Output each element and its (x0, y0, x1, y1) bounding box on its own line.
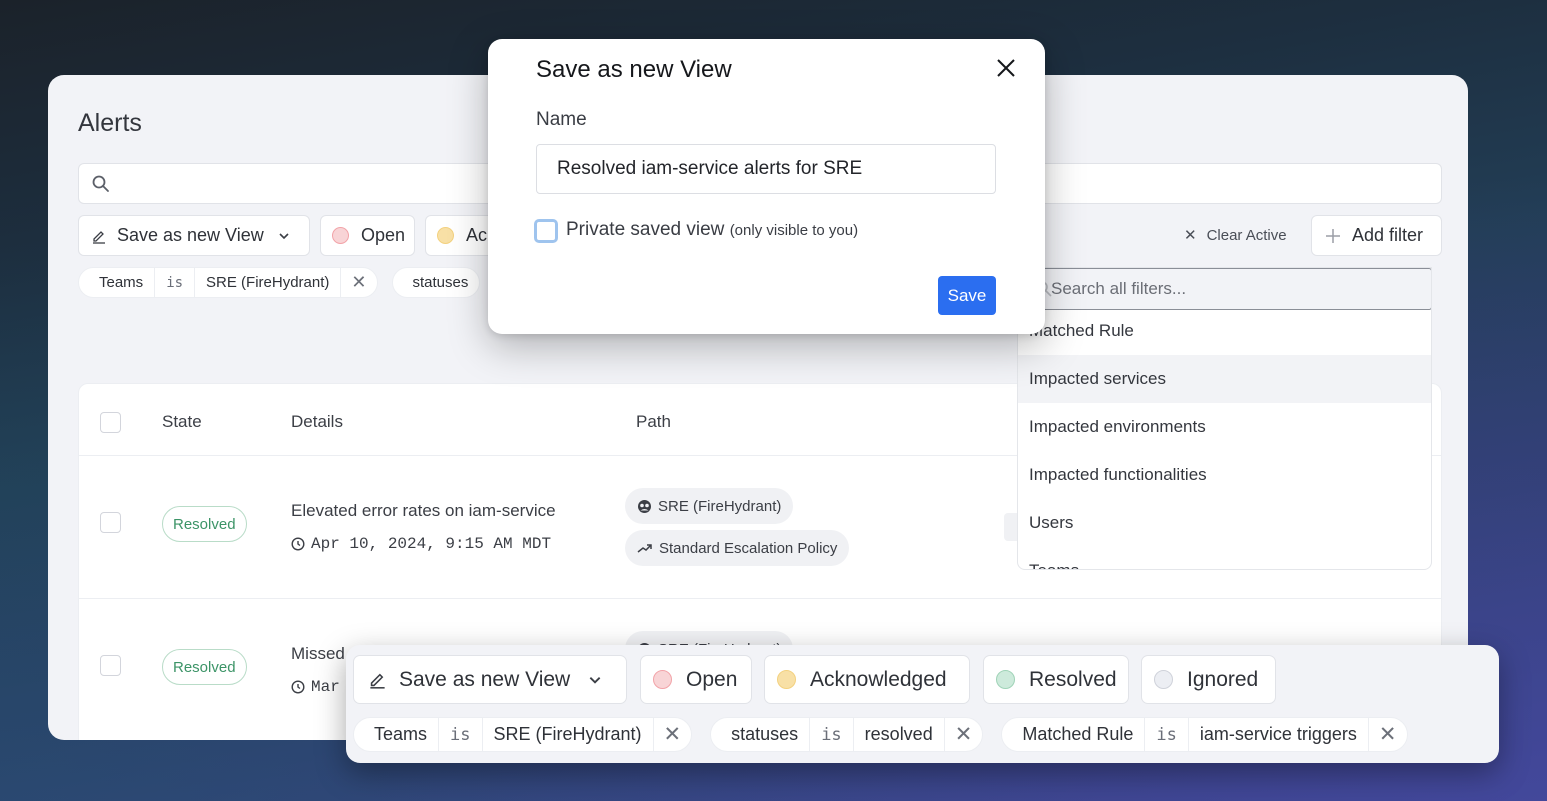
alert-timestamp-text: Apr 10, 2024, 9:15 AM MDT (311, 535, 552, 553)
escalation-icon (637, 544, 652, 553)
filter-chip-value[interactable]: SRE (FireHydrant) (481, 718, 653, 751)
page-title: Alerts (78, 109, 142, 137)
filter-search-field[interactable] (1028, 268, 1431, 310)
save-as-new-view-dropdown[interactable]: Save as new View (353, 655, 627, 704)
remove-filter-icon[interactable]: ✕ (943, 718, 983, 751)
filter-option[interactable]: Impacted services (1018, 355, 1431, 403)
filter-chip-operator[interactable]: is (1144, 718, 1187, 751)
status-filter-acknowledged[interactable]: Acknowledged (764, 655, 970, 704)
chevron-down-icon (279, 232, 289, 239)
clear-active-label: Clear Active (1206, 226, 1287, 244)
status-dot-resolved (996, 670, 1015, 689)
status-resolved-label: Resolved (1029, 667, 1117, 691)
filter-chip-statuses: statuses is resolved ✕ (710, 717, 984, 752)
modal-title: Save as new View (536, 56, 732, 83)
filter-option[interactable]: Teams (1018, 547, 1431, 569)
filter-chip-teams: Teams is SRE (FireHydrant) ✕ (353, 717, 693, 752)
filter-option[interactable]: Users (1018, 499, 1431, 547)
status-dot-acknowledged (437, 227, 454, 244)
filter-chip-value[interactable]: resolved (852, 718, 944, 751)
column-header-path[interactable]: Path (636, 412, 671, 432)
pencil-icon (93, 230, 105, 244)
search-icon (92, 175, 109, 192)
alert-timestamp: Apr 10, 2024, 9:15 AM MDT (291, 535, 551, 553)
filter-chip-operator[interactable]: is (809, 718, 852, 751)
name-label: Name (536, 109, 587, 130)
row-checkbox[interactable] (100, 512, 121, 533)
row-checkbox[interactable] (100, 655, 121, 676)
status-ignored-label: Ignored (1187, 667, 1259, 691)
filter-chip-operator[interactable]: is (438, 718, 481, 751)
alert-timestamp: Mar (291, 678, 340, 696)
status-badge: Resolved (162, 506, 247, 542)
filter-chip-matched-rule: Matched Rule is iam-service triggers ✕ (1001, 717, 1408, 752)
add-filter-button[interactable]: Add filter (1311, 215, 1442, 256)
path-pill-label: Standard Escalation Policy (659, 539, 838, 557)
filter-chip-field[interactable]: statuses (711, 718, 809, 751)
column-header-state[interactable]: State (162, 412, 202, 432)
private-view-checkbox[interactable] (534, 219, 558, 243)
path-pill-escalation[interactable]: Standard Escalation Policy (625, 530, 850, 566)
remove-filter-icon[interactable]: ✕ (340, 268, 376, 297)
status-filter-ignored[interactable]: Ignored (1141, 655, 1276, 704)
filter-option[interactable]: Impacted environments (1018, 403, 1431, 451)
clock-icon (291, 680, 305, 694)
status-dot-acknowledged (777, 670, 796, 689)
status-acknowledged-label: Acknowledged (810, 667, 947, 691)
pencil-icon (370, 673, 385, 689)
save-as-new-view-label: Save as new View (399, 667, 571, 691)
private-view-label[interactable]: Private saved view (only visible to you) (566, 219, 858, 241)
clock-icon (291, 537, 305, 551)
remove-filter-icon[interactable]: ✕ (1367, 718, 1407, 751)
filter-chip-value[interactable]: SRE (FireHydrant) (194, 268, 340, 297)
filter-chip-statuses: statuses (391, 267, 481, 298)
status-badge: Resolved (162, 649, 247, 685)
status-dot-open (332, 227, 349, 244)
clear-active-button[interactable]: ✕ Clear Active (1184, 226, 1287, 245)
filter-option[interactable]: Impacted functionalities (1018, 451, 1431, 499)
filter-chip-field[interactable]: Teams (354, 718, 438, 751)
alert-title[interactable]: Elevated error rates on iam-service (291, 501, 556, 521)
private-view-hint: (only visible to you) (729, 222, 859, 239)
add-filter-label: Add filter (1352, 225, 1424, 245)
path-pill-label: SRE (FireHydrant) (658, 497, 782, 515)
status-dot-ignored (1154, 670, 1173, 689)
filter-chip-field[interactable]: Matched Rule (1002, 718, 1144, 751)
alert-timestamp-text: Mar (311, 678, 340, 696)
chevron-down-icon (589, 676, 601, 684)
column-header-details[interactable]: Details (291, 412, 343, 432)
active-filter-chips: Teams is SRE (FireHydrant) ✕ statuses (78, 267, 481, 298)
status-filter-open[interactable]: Open (320, 215, 415, 256)
private-view-label-text: Private saved view (566, 219, 725, 240)
remove-filter-icon[interactable]: ✕ (652, 718, 692, 751)
status-open-label: Open (686, 667, 738, 691)
alert-title[interactable]: Missed (291, 644, 345, 664)
divider (79, 598, 1441, 599)
view-name-input[interactable] (536, 144, 996, 194)
filter-dropdown: Matched Rule Impacted services Impacted … (1017, 267, 1432, 570)
filter-search-input[interactable] (1029, 269, 1431, 309)
status-open-label: Open (361, 225, 406, 245)
filter-option[interactable]: Matched Rule (1018, 307, 1431, 355)
filter-chip-field[interactable]: statuses (393, 268, 480, 297)
save-as-new-view-dropdown[interactable]: Save as new View (78, 215, 310, 256)
close-icon: ✕ (1184, 227, 1197, 244)
close-icon[interactable] (994, 56, 1018, 80)
plus-icon (1326, 228, 1340, 243)
save-as-new-view-label: Save as new View (117, 225, 264, 245)
status-filter-open[interactable]: Open (640, 655, 752, 704)
filter-bar-closeup: Save as new View Open Acknowledged Resol… (346, 645, 1499, 763)
path-pill-team[interactable]: SRE (FireHydrant) (625, 488, 794, 524)
team-icon (638, 499, 651, 513)
filter-chip-value[interactable]: iam-service triggers (1187, 718, 1368, 751)
active-filter-chips: Teams is SRE (FireHydrant) ✕ statuses is… (353, 717, 1408, 752)
save-view-modal: Save as new View Name Private saved view… (488, 39, 1045, 334)
save-button[interactable]: Save (938, 276, 996, 315)
status-filter-resolved[interactable]: Resolved (983, 655, 1129, 704)
filter-chip-operator[interactable]: is (154, 268, 194, 297)
status-dot-open (653, 670, 672, 689)
filter-chip-field[interactable]: Teams (79, 268, 154, 297)
filter-chip-teams: Teams is SRE (FireHydrant) ✕ (78, 267, 378, 298)
select-all-checkbox[interactable] (100, 412, 121, 433)
